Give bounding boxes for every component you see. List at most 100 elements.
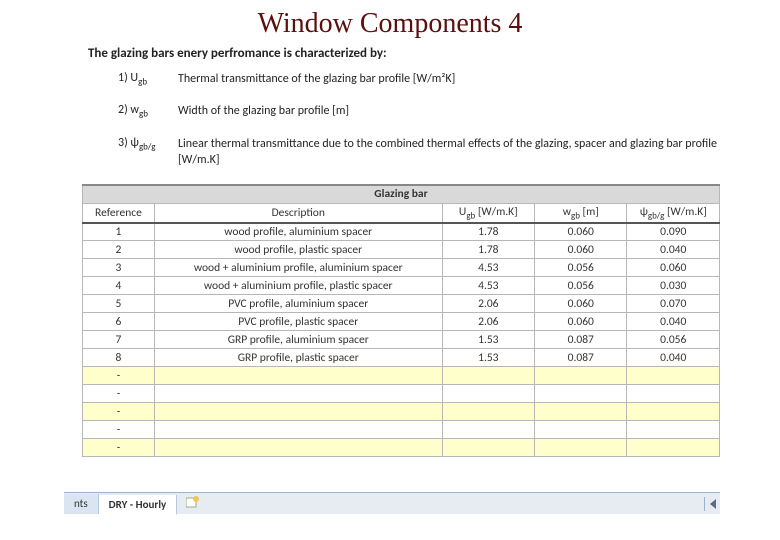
cell-ref[interactable]: 6 [83, 313, 155, 331]
sheet-tab-bar: nts DRY - Hourly [64, 492, 720, 514]
cell-empty[interactable]: - [83, 385, 155, 403]
cell-empty[interactable]: - [83, 367, 155, 385]
parameter-index: 3) ψgb/g [118, 136, 178, 168]
cell-desc[interactable]: GRP profile, plastic spacer [154, 349, 442, 367]
cell-empty[interactable] [535, 439, 627, 457]
col-header-w: wgb [m] [535, 203, 627, 223]
cell-psi[interactable]: 0.040 [627, 313, 720, 331]
cell-empty[interactable] [442, 367, 534, 385]
cell-empty[interactable] [442, 403, 534, 421]
cell-empty[interactable] [154, 367, 442, 385]
cell-empty[interactable] [442, 421, 534, 439]
cell-ref[interactable]: 3 [83, 259, 155, 277]
cell-w[interactable]: 0.060 [535, 241, 627, 259]
glazing-bar-table-wrap: Glazing bar Reference Description Ugb [W… [82, 184, 720, 457]
table-body: 1wood profile, aluminium spacer1.780.060… [83, 223, 720, 457]
cell-w[interactable]: 0.056 [535, 277, 627, 295]
cell-empty[interactable] [535, 385, 627, 403]
parameter-index: 2) wgb [118, 103, 178, 119]
cell-desc[interactable]: wood profile, plastic spacer [154, 241, 442, 259]
parameter-row: 3) ψgb/gLinear thermal transmittance due… [118, 136, 720, 168]
table-row-empty: - [83, 421, 720, 439]
parameter-list: 1) UgbThermal transmittance of the glazi… [0, 71, 780, 168]
cell-desc[interactable]: PVC profile, aluminium spacer [154, 295, 442, 313]
cell-w[interactable]: 0.056 [535, 259, 627, 277]
table-row-empty: - [83, 367, 720, 385]
cell-empty[interactable] [442, 385, 534, 403]
cell-u[interactable]: 4.53 [442, 277, 534, 295]
table-row: 7GRP profile, aluminium spacer1.530.0870… [83, 331, 720, 349]
parameter-index: 1) Ugb [118, 71, 178, 87]
cell-psi[interactable]: 0.040 [627, 349, 720, 367]
cell-desc[interactable]: wood profile, aluminium spacer [154, 223, 442, 241]
cell-w[interactable]: 0.060 [535, 313, 627, 331]
cell-empty[interactable] [442, 439, 534, 457]
table-header-row: Reference Description Ugb [W/m.K] wgb [m… [83, 203, 720, 223]
cell-ref[interactable]: 5 [83, 295, 155, 313]
intro-text: The glazing bars enery perfromance is ch… [0, 46, 780, 61]
cell-u[interactable]: 1.53 [442, 349, 534, 367]
cell-empty[interactable] [535, 367, 627, 385]
parameter-text: Thermal transmittance of the glazing bar… [178, 71, 720, 87]
cell-psi[interactable]: 0.030 [627, 277, 720, 295]
cell-desc[interactable]: wood + aluminium profile, aluminium spac… [154, 259, 442, 277]
new-sheet-icon [186, 496, 200, 511]
sheet-tab-partial[interactable]: nts [64, 494, 99, 514]
cell-w[interactable]: 0.060 [535, 223, 627, 241]
page-title: Window Components 4 [0, 0, 780, 46]
col-header-reference: Reference [83, 203, 155, 223]
cell-ref[interactable]: 8 [83, 349, 155, 367]
cell-ref[interactable]: 4 [83, 277, 155, 295]
cell-ref[interactable]: 2 [83, 241, 155, 259]
col-header-psi: ψgb/g [W/m.K] [627, 203, 720, 223]
table-banner: Glazing bar [83, 185, 720, 203]
cell-empty[interactable] [154, 421, 442, 439]
cell-psi[interactable]: 0.070 [627, 295, 720, 313]
parameter-row: 1) UgbThermal transmittance of the glazi… [118, 71, 720, 87]
parameter-row: 2) wgbWidth of the glazing bar profile [… [118, 103, 720, 119]
cell-psi[interactable]: 0.060 [627, 259, 720, 277]
cell-empty[interactable] [154, 403, 442, 421]
cell-psi[interactable]: 0.056 [627, 331, 720, 349]
cell-w[interactable]: 0.060 [535, 295, 627, 313]
cell-empty[interactable] [627, 403, 720, 421]
cell-w[interactable]: 0.087 [535, 331, 627, 349]
cell-w[interactable]: 0.087 [535, 349, 627, 367]
cell-empty[interactable]: - [83, 439, 155, 457]
cell-ref[interactable]: 7 [83, 331, 155, 349]
sheet-tab-active[interactable]: DRY - Hourly [99, 495, 178, 515]
table-row-empty: - [83, 403, 720, 421]
col-header-description: Description [154, 203, 442, 223]
cell-empty[interactable] [154, 439, 442, 457]
cell-desc[interactable]: GRP profile, aluminium spacer [154, 331, 442, 349]
table-row-empty: - [83, 385, 720, 403]
table-row: 4wood + aluminium profile, plastic space… [83, 277, 720, 295]
cell-empty[interactable]: - [83, 421, 155, 439]
cell-u[interactable]: 1.78 [442, 241, 534, 259]
cell-empty[interactable] [627, 367, 720, 385]
cell-empty[interactable] [627, 421, 720, 439]
cell-u[interactable]: 2.06 [442, 295, 534, 313]
table-row: 6PVC profile, plastic spacer2.060.0600.0… [83, 313, 720, 331]
cell-psi[interactable]: 0.040 [627, 241, 720, 259]
scroll-left-icon[interactable] [710, 499, 716, 509]
table-row: 8GRP profile, plastic spacer1.530.0870.0… [83, 349, 720, 367]
cell-u[interactable]: 4.53 [442, 259, 534, 277]
cell-psi[interactable]: 0.090 [627, 223, 720, 241]
cell-ref[interactable]: 1 [83, 223, 155, 241]
cell-empty[interactable] [627, 385, 720, 403]
cell-empty[interactable] [627, 439, 720, 457]
cell-empty[interactable] [535, 403, 627, 421]
cell-u[interactable]: 1.53 [442, 331, 534, 349]
cell-u[interactable]: 2.06 [442, 313, 534, 331]
horizontal-scroll-controls [680, 492, 720, 514]
cell-desc[interactable]: PVC profile, plastic spacer [154, 313, 442, 331]
cell-desc[interactable]: wood + aluminium profile, plastic spacer [154, 277, 442, 295]
table-row: 5PVC profile, aluminium spacer2.060.0600… [83, 295, 720, 313]
new-sheet-button[interactable] [183, 497, 203, 511]
glazing-bar-table: Glazing bar Reference Description Ugb [W… [82, 184, 720, 457]
cell-empty[interactable] [154, 385, 442, 403]
cell-empty[interactable]: - [83, 403, 155, 421]
cell-u[interactable]: 1.78 [442, 223, 534, 241]
cell-empty[interactable] [535, 421, 627, 439]
